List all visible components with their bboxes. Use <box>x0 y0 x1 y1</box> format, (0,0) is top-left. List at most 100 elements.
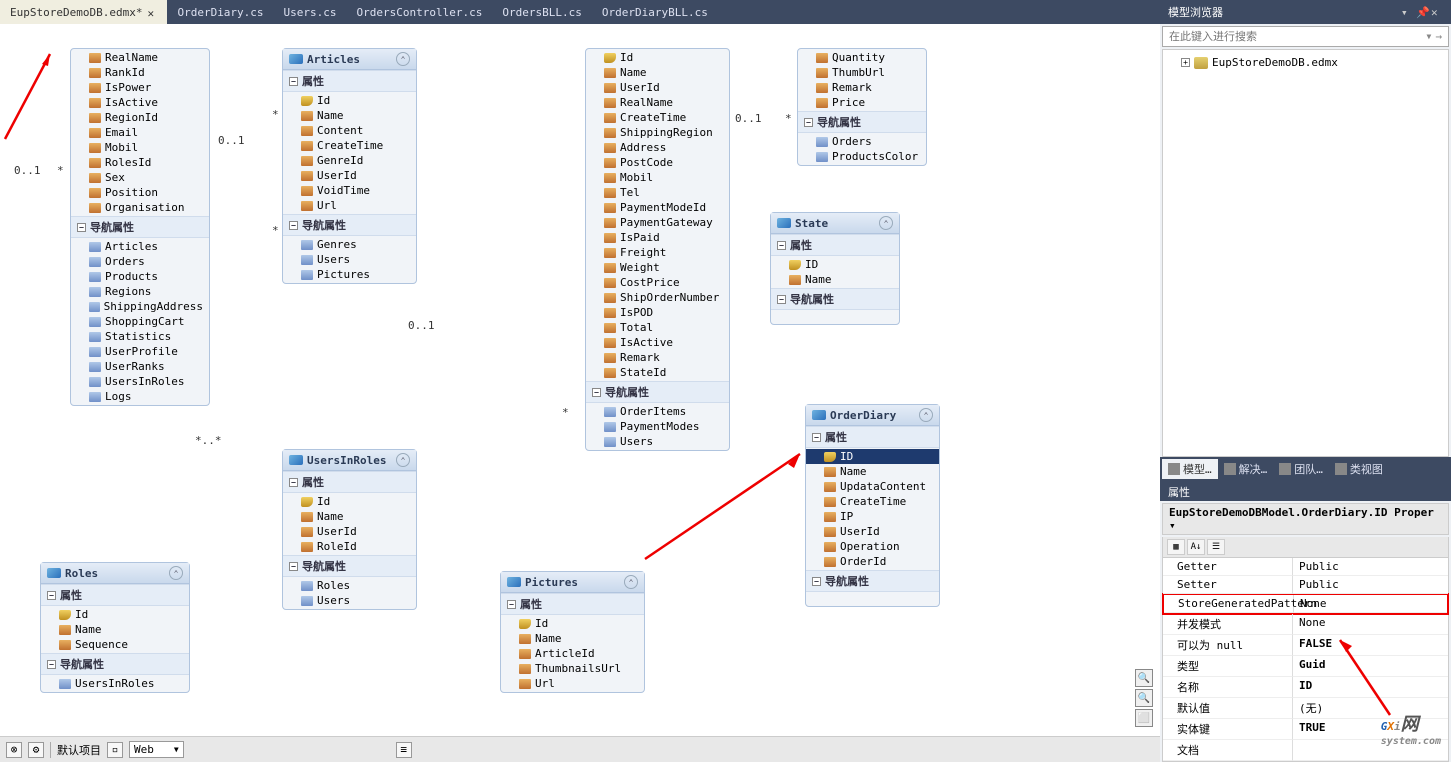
chevron-up-icon[interactable]: ⌃ <box>919 408 933 422</box>
prop-row-highlighted[interactable]: StoreGeneratedPatternNone <box>1162 593 1449 615</box>
prop-item[interactable]: RankId <box>71 65 209 80</box>
nav-item[interactable]: OrderItems <box>586 404 729 419</box>
prop-item[interactable]: Url <box>283 198 416 213</box>
prop-item[interactable]: Url <box>501 676 644 691</box>
prop-item[interactable]: Name <box>586 65 729 80</box>
entity-header[interactable]: UsersInRoles⌃ <box>283 450 416 471</box>
entity-roles[interactable]: Roles⌃ −属性 Id Name Sequence −导航属性 UsersI… <box>40 562 190 693</box>
prop-item[interactable]: RolesId <box>71 155 209 170</box>
entity-users-fragment[interactable]: RealName RankId IsPower IsActive RegionI… <box>70 48 210 406</box>
prop-row[interactable]: GetterPublic <box>1163 558 1448 576</box>
tab-users[interactable]: Users.cs <box>274 0 347 24</box>
prop-item[interactable]: Name <box>771 272 899 287</box>
ptab-classview[interactable]: 类视图 <box>1329 459 1389 479</box>
prop-item[interactable]: IP <box>806 509 939 524</box>
edmx-designer-canvas[interactable]: 0..1 * 0..1 * *..* * 0..1 * 0..1 * RealN… <box>0 24 1160 719</box>
search-go-icon[interactable]: → <box>1435 30 1442 43</box>
nav-item[interactable]: Pictures <box>283 267 416 282</box>
ptab-team[interactable]: 团队… <box>1273 459 1329 479</box>
prop-item[interactable]: ShippingRegion <box>586 125 729 140</box>
prop-item[interactable]: RoleId <box>283 539 416 554</box>
zoom-fit-button[interactable]: ⬜ <box>1135 709 1153 727</box>
nav-section[interactable]: −导航属性 <box>41 653 189 675</box>
categorized-button[interactable]: ▦ <box>1167 539 1185 555</box>
nav-section[interactable]: −导航属性 <box>798 111 926 133</box>
props-section[interactable]: −属性 <box>771 234 899 256</box>
search-box[interactable]: ▼ → <box>1162 26 1449 47</box>
entity-header[interactable]: State⌃ <box>771 213 899 234</box>
entity-header[interactable]: OrderDiary⌃ <box>806 405 939 426</box>
prop-item[interactable]: Remark <box>798 80 926 95</box>
prop-item[interactable]: Tel <box>586 185 729 200</box>
props-section[interactable]: −属性 <box>806 426 939 448</box>
prop-item[interactable]: Weight <box>586 260 729 275</box>
pin-icon[interactable]: 📌 <box>1416 6 1428 18</box>
prop-item[interactable]: CreateTime <box>586 110 729 125</box>
nav-item[interactable]: UsersInRoles <box>41 676 189 691</box>
prop-item[interactable]: Price <box>798 95 926 110</box>
prop-item[interactable]: Name <box>283 509 416 524</box>
nav-item[interactable]: Logs <box>71 389 209 404</box>
dropdown-icon[interactable]: ▾ <box>1401 6 1413 18</box>
prop-item[interactable]: CreateTime <box>806 494 939 509</box>
prop-item[interactable]: Id <box>283 494 416 509</box>
prop-item[interactable]: IsPower <box>71 80 209 95</box>
chevron-up-icon[interactable]: ⌃ <box>169 566 183 580</box>
prop-item[interactable]: GenreId <box>283 153 416 168</box>
prop-item[interactable]: IsActive <box>586 335 729 350</box>
properties-selection[interactable]: EupStoreDemoDBModel.OrderDiary.ID Proper… <box>1162 503 1449 535</box>
nav-item[interactable]: Users <box>283 252 416 267</box>
prop-item[interactable]: Name <box>283 108 416 123</box>
plus-icon[interactable]: + <box>1181 58 1190 67</box>
model-tree[interactable]: + EupStoreDemoDB.edmx <box>1162 49 1449 457</box>
ptab-model[interactable]: 模型… <box>1162 459 1218 479</box>
prop-item[interactable]: PostCode <box>586 155 729 170</box>
nav-item[interactable]: Products <box>71 269 209 284</box>
prop-item[interactable]: Address <box>586 140 729 155</box>
chevron-up-icon[interactable]: ⌃ <box>396 453 410 467</box>
nav-item[interactable]: UserProfile <box>71 344 209 359</box>
nav-item[interactable]: Roles <box>283 578 416 593</box>
prop-item[interactable]: IsActive <box>71 95 209 110</box>
prop-item[interactable]: StateId <box>586 365 729 380</box>
nav-item[interactable]: ShoppingCart <box>71 314 209 329</box>
prop-item[interactable]: Freight <box>586 245 729 260</box>
nav-item[interactable]: Regions <box>71 284 209 299</box>
prop-item[interactable]: CostPrice <box>586 275 729 290</box>
prop-item[interactable]: Email <box>71 125 209 140</box>
nav-item[interactable]: Statistics <box>71 329 209 344</box>
prop-item[interactable]: Name <box>806 464 939 479</box>
tree-root[interactable]: + EupStoreDemoDB.edmx <box>1167 54 1444 71</box>
prop-item[interactable]: Total <box>586 320 729 335</box>
nav-section[interactable]: −导航属性 <box>771 288 899 310</box>
prop-item[interactable]: Organisation <box>71 200 209 215</box>
prop-item[interactable]: IsPOD <box>586 305 729 320</box>
prop-row[interactable]: 并发模式None <box>1163 614 1448 635</box>
nav-item[interactable]: Articles <box>71 239 209 254</box>
nav-section[interactable]: −导航属性 <box>71 216 209 238</box>
nav-item[interactable]: Users <box>586 434 729 449</box>
entity-state[interactable]: State⌃ −属性 ID Name −导航属性 <box>770 212 900 325</box>
nav-section[interactable]: −导航属性 <box>283 214 416 236</box>
props-section[interactable]: −属性 <box>283 70 416 92</box>
prop-item[interactable]: UserId <box>806 524 939 539</box>
tab-edmx[interactable]: EupStoreDemoDB.edmx*✕ <box>0 0 167 24</box>
prop-row[interactable]: SetterPublic <box>1163 576 1448 594</box>
nav-item[interactable]: ProductsColor <box>798 149 926 164</box>
props-section[interactable]: −属性 <box>283 471 416 493</box>
nav-item[interactable]: Genres <box>283 237 416 252</box>
list-icon[interactable]: ≡ <box>396 742 412 758</box>
props-section[interactable]: −属性 <box>41 584 189 606</box>
chevron-up-icon[interactable]: ⌃ <box>879 216 893 230</box>
prop-item[interactable]: ShipOrderNumber <box>586 290 729 305</box>
prop-item[interactable]: RealName <box>71 50 209 65</box>
gear-icon[interactable]: ⚙ <box>28 742 44 758</box>
entity-articles[interactable]: Articles⌃ −属性 Id Name Content CreateTime… <box>282 48 417 284</box>
prop-item[interactable]: Name <box>501 631 644 646</box>
prop-item[interactable]: Id <box>586 50 729 65</box>
ptab-solution[interactable]: 解决… <box>1218 459 1274 479</box>
tab-orderscontroller[interactable]: OrdersController.cs <box>347 0 493 24</box>
nav-item[interactable]: PaymentModes <box>586 419 729 434</box>
search-input[interactable] <box>1169 30 1427 43</box>
prop-item[interactable]: UserId <box>283 524 416 539</box>
